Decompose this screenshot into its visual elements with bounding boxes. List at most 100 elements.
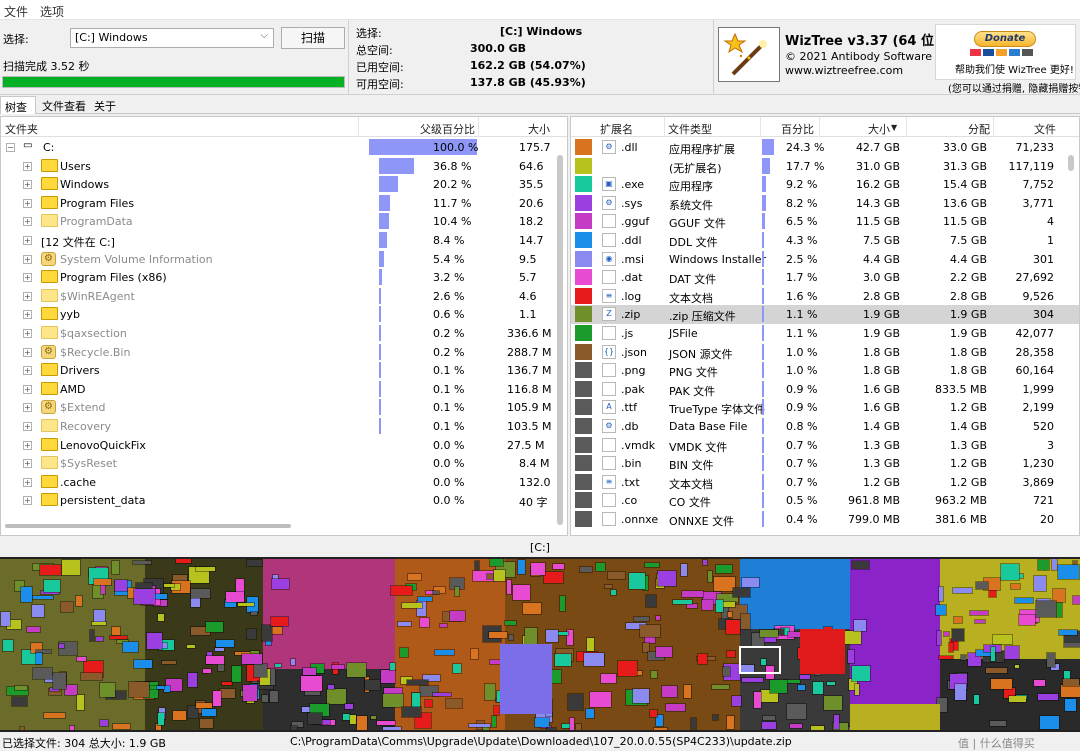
treemap-block[interactable] bbox=[1051, 559, 1058, 571]
treemap-block[interactable] bbox=[938, 586, 944, 602]
treemap-block[interactable] bbox=[411, 692, 421, 709]
treemap-block[interactable] bbox=[810, 725, 825, 730]
treemap-block[interactable] bbox=[504, 620, 517, 626]
treemap-block[interactable] bbox=[1035, 600, 1057, 618]
treemap-block[interactable] bbox=[632, 688, 650, 704]
treemap-block[interactable] bbox=[346, 662, 367, 678]
treemap-block[interactable] bbox=[274, 663, 282, 668]
treemap-block[interactable] bbox=[645, 594, 657, 608]
treemap-block[interactable] bbox=[58, 643, 65, 649]
treemap-block[interactable] bbox=[111, 560, 120, 575]
tree-row[interactable]: + $qaxsection 0.2 % 336.6 M bbox=[1, 324, 567, 343]
treemap-block[interactable] bbox=[517, 559, 526, 575]
treemap-block[interactable] bbox=[990, 678, 1013, 690]
treemap-block[interactable] bbox=[1060, 684, 1080, 698]
file-type-row[interactable]: ≡ .txt 文本文档 0.7 % 1.2 GB 1.2 GB 3,869 bbox=[571, 473, 1079, 492]
file-type-row[interactable]: ▣ .exe 应用程序 9.2 % 16.2 GB 15.4 GB 7,752 bbox=[571, 175, 1079, 194]
treemap-block[interactable] bbox=[342, 713, 351, 721]
treemap-block[interactable] bbox=[14, 685, 28, 691]
treemap-block[interactable] bbox=[975, 581, 989, 590]
treemap-block[interactable] bbox=[762, 715, 776, 721]
file-type-row[interactable]: {} .json JSON 源文件 1.0 % 1.8 GB 1.8 GB 28,358 bbox=[571, 343, 1079, 362]
treemap-block[interactable] bbox=[215, 639, 235, 648]
treemap-block[interactable] bbox=[486, 573, 494, 580]
treemap-block[interactable] bbox=[1037, 693, 1059, 701]
treemap-block[interactable] bbox=[231, 665, 242, 683]
column-allocated[interactable]: 分配 bbox=[968, 121, 990, 137]
treemap-block[interactable] bbox=[246, 559, 263, 567]
treemap-block[interactable] bbox=[154, 593, 168, 600]
file-type-row[interactable]: .ddl DDL 文件 4.3 % 7.5 GB 7.5 GB 1 bbox=[571, 231, 1079, 250]
treemap-block[interactable] bbox=[681, 590, 704, 598]
treemap-block[interactable] bbox=[642, 642, 650, 653]
expand-icon[interactable]: + bbox=[23, 236, 32, 245]
treemap-block[interactable] bbox=[39, 564, 62, 576]
tree-vertical-scrollbar[interactable] bbox=[557, 155, 563, 525]
column-percent[interactable]: 百分比 bbox=[781, 121, 814, 137]
expand-icon[interactable]: + bbox=[23, 422, 32, 431]
donate-button[interactable]: Donate bbox=[974, 31, 1036, 47]
treemap-block[interactable] bbox=[52, 672, 67, 690]
treemap-block[interactable] bbox=[237, 602, 255, 607]
treemap-block[interactable] bbox=[707, 570, 713, 583]
scan-button[interactable]: 扫描 bbox=[281, 27, 345, 49]
file-type-row[interactable]: Z .zip .zip 压缩文件 1.1 % 1.9 GB 1.9 GB 304 bbox=[571, 305, 1079, 324]
treemap-block[interactable] bbox=[163, 583, 175, 588]
file-type-row[interactable]: .vmdk VMDK 文件 0.7 % 1.3 GB 1.3 GB 3 bbox=[571, 436, 1079, 455]
treemap-block[interactable] bbox=[567, 693, 584, 711]
treemap-block[interactable] bbox=[26, 626, 41, 633]
expand-icon[interactable]: + bbox=[23, 273, 32, 283]
treemap-block[interactable] bbox=[600, 673, 617, 684]
treemap-block[interactable] bbox=[331, 664, 345, 670]
treemap-block[interactable] bbox=[741, 577, 760, 588]
treemap-block[interactable] bbox=[172, 710, 187, 721]
treemap-block[interactable] bbox=[265, 640, 272, 646]
treemap-block[interactable] bbox=[954, 683, 967, 701]
treemap-block[interactable] bbox=[826, 681, 836, 686]
treemap-block[interactable] bbox=[585, 708, 595, 719]
expand-icon[interactable]: + bbox=[23, 329, 32, 338]
treemap-block[interactable] bbox=[769, 679, 788, 694]
treemap-block[interactable] bbox=[1033, 575, 1047, 592]
treemap-block[interactable] bbox=[349, 714, 357, 725]
treemap-block[interactable] bbox=[1072, 595, 1080, 605]
treemap-block[interactable] bbox=[452, 663, 462, 674]
treemap-block[interactable] bbox=[722, 666, 731, 677]
treemap-block[interactable] bbox=[122, 641, 139, 653]
menu-options[interactable]: 选项 bbox=[40, 3, 64, 20]
treemap-block[interactable] bbox=[161, 660, 177, 665]
tree-row[interactable]: + .cache 0.0 % 132.0 bbox=[1, 473, 567, 492]
treemap-block[interactable] bbox=[468, 723, 491, 728]
treemap-block[interactable] bbox=[290, 658, 296, 666]
treemap-block[interactable] bbox=[75, 595, 83, 607]
treemap-block[interactable] bbox=[715, 599, 724, 613]
treemap-block[interactable] bbox=[253, 663, 268, 678]
treemap-block[interactable] bbox=[76, 694, 85, 711]
treemap-block[interactable] bbox=[221, 681, 233, 686]
tree-row[interactable]: + [12 文件在 C:] 8.4 % 14.7 bbox=[1, 231, 567, 250]
treemap-block[interactable] bbox=[307, 712, 323, 725]
treemap-block[interactable] bbox=[190, 588, 211, 599]
treemap-block[interactable] bbox=[380, 669, 396, 684]
expand-icon[interactable]: + bbox=[23, 366, 32, 376]
treemap-block[interactable] bbox=[424, 699, 433, 708]
treemap-block[interactable] bbox=[76, 656, 87, 662]
treemap-block[interactable] bbox=[133, 659, 153, 669]
treemap-block[interactable] bbox=[655, 714, 664, 727]
expand-icon[interactable]: + bbox=[23, 198, 32, 208]
expand-icon[interactable]: + bbox=[23, 384, 32, 394]
file-type-row[interactable]: .js JSFile 1.1 % 1.9 GB 1.9 GB 42,077 bbox=[571, 324, 1079, 343]
treemap-block[interactable] bbox=[530, 562, 546, 576]
treemap-block[interactable] bbox=[1046, 652, 1056, 668]
tree-row[interactable]: + Users 36.8 % 64.6 bbox=[1, 157, 567, 176]
file-type-row[interactable]: ≡ .log 文本文档 1.6 % 2.8 GB 2.8 GB 9,526 bbox=[571, 287, 1079, 306]
treemap-block[interactable] bbox=[32, 595, 54, 600]
treemap-block[interactable] bbox=[851, 665, 871, 682]
treemap-block[interactable] bbox=[406, 679, 429, 686]
treemap-block[interactable] bbox=[109, 635, 128, 640]
file-type-row[interactable]: .png PNG 文件 1.0 % 1.8 GB 1.8 GB 60,164 bbox=[571, 361, 1079, 380]
treemap-block[interactable] bbox=[823, 695, 843, 711]
treemap-block[interactable] bbox=[610, 589, 617, 596]
treemap-block[interactable] bbox=[93, 609, 106, 623]
treemap-block[interactable] bbox=[633, 616, 650, 622]
